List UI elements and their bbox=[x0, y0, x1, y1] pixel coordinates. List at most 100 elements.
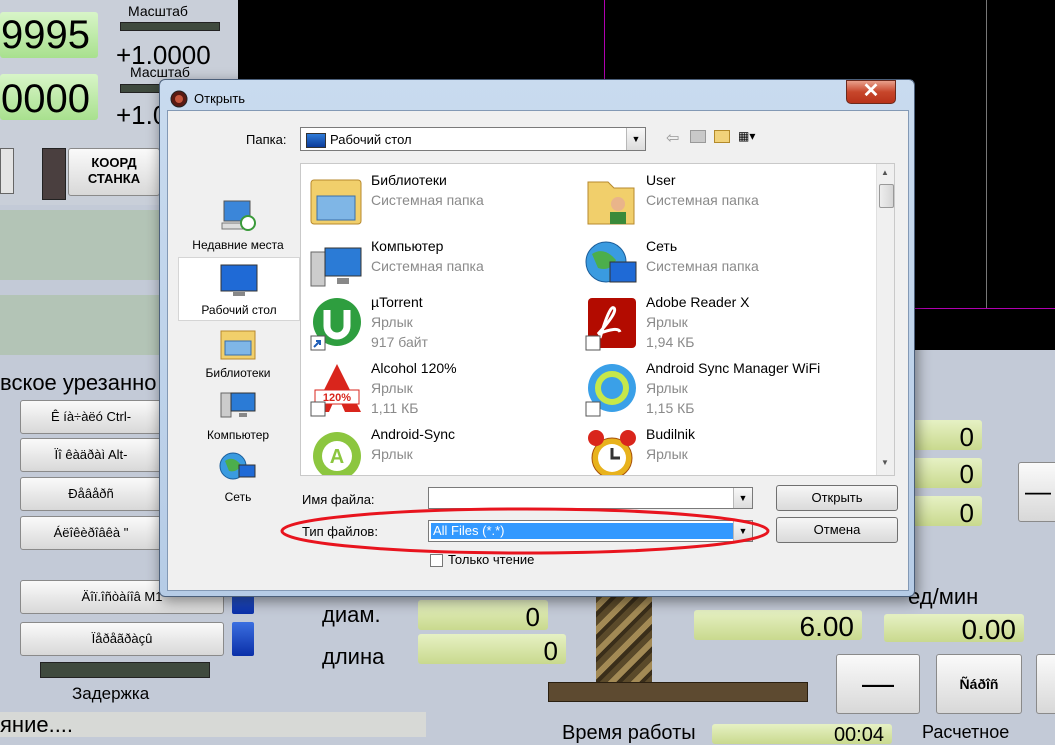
close-button[interactable]: ✕ bbox=[846, 80, 896, 104]
right-edge-button[interactable] bbox=[1036, 654, 1055, 714]
vremya-label: Время работы bbox=[562, 722, 696, 744]
file-name: Android-Sync bbox=[371, 426, 456, 442]
file-list[interactable]: Библиотеки Системная папка Компьютер Сис… bbox=[300, 163, 895, 476]
place-network[interactable]: Сеть bbox=[178, 447, 298, 507]
file-size: 1,11 КБ bbox=[371, 400, 419, 416]
list-item[interactable]: User Системная папка bbox=[576, 170, 846, 230]
dialog-title: Открыть bbox=[194, 91, 246, 106]
computer-icon bbox=[310, 247, 362, 287]
place-desktop[interactable]: Рабочий стол bbox=[178, 257, 300, 321]
right-dro-2: 0 bbox=[912, 458, 982, 488]
desktop-icon bbox=[306, 133, 326, 148]
up-folder-icon[interactable] bbox=[690, 130, 706, 143]
list-item[interactable]: µTorrent Ярлык 917 байт bbox=[301, 292, 571, 352]
list-item[interactable]: Adobe Reader X Ярлык 1,94 КБ bbox=[576, 292, 846, 352]
network-icon bbox=[219, 452, 256, 480]
minus-button[interactable]: — bbox=[836, 654, 920, 714]
list-item[interactable]: Android Sync Manager WiFi Ярлык 1,15 КБ bbox=[576, 358, 846, 418]
zaderzhka-bar bbox=[40, 662, 210, 678]
list-item[interactable]: Budilnik Ярлык bbox=[576, 424, 846, 475]
alarm-clock-icon bbox=[588, 430, 636, 475]
scroll-thumb[interactable] bbox=[879, 184, 894, 208]
highlight-circle bbox=[280, 507, 770, 555]
file-name: Adobe Reader X bbox=[646, 294, 750, 310]
ed-min-label: ед/мин bbox=[908, 584, 979, 609]
toolpath-line-vertical-2 bbox=[986, 0, 987, 308]
view-menu-icon[interactable]: ▦▾ bbox=[738, 129, 755, 143]
network-icon bbox=[585, 241, 637, 283]
list-item[interactable]: A Android-Sync Ярлык bbox=[301, 424, 571, 475]
small-btn-left[interactable] bbox=[0, 148, 14, 194]
raschetnoe-label: Расчетное bbox=[922, 722, 1010, 742]
minus-button-right-edge[interactable]: — bbox=[1018, 462, 1055, 522]
menu-button-4[interactable]: Áëîêèðîâêà " bbox=[20, 516, 162, 550]
utorrent-icon bbox=[310, 298, 361, 351]
menu-button-6[interactable]: Ïåðåãðàçû bbox=[20, 622, 224, 656]
masshtab-bar-1 bbox=[120, 22, 220, 31]
file-type: Системная папка bbox=[371, 192, 484, 208]
profile-text: вское урезанно bbox=[0, 370, 157, 395]
dlina-value: 0 bbox=[418, 634, 566, 664]
place-libraries[interactable]: Библиотеки bbox=[178, 323, 298, 383]
diam-label: диам. bbox=[322, 602, 381, 627]
diam-value: 0 bbox=[418, 600, 548, 630]
scroll-down-icon[interactable]: ▼ bbox=[881, 458, 889, 467]
reset-button[interactable]: Ñáðîñ bbox=[936, 654, 1022, 714]
list-item[interactable]: 120% Alcohol 120% Ярлык 1,11 КБ bbox=[301, 358, 571, 418]
new-folder-icon[interactable] bbox=[714, 130, 730, 143]
zaderzhka-label: Задержка bbox=[72, 684, 150, 703]
scrollbar[interactable]: ▲ ▼ bbox=[876, 164, 894, 475]
place-recent[interactable]: Недавние места bbox=[178, 193, 298, 253]
endmill-image bbox=[596, 595, 652, 695]
menu-button-1[interactable]: Ê íà÷àëó Ctrl- bbox=[20, 400, 162, 434]
menu-button-3[interactable]: Ðåâåðñ bbox=[20, 477, 162, 511]
alcohol-icon: 120% bbox=[310, 364, 361, 417]
left-green-panel-1 bbox=[0, 210, 160, 280]
right-dro-3: 0 bbox=[912, 496, 982, 526]
libraries-folder-icon bbox=[310, 179, 362, 225]
list-item[interactable]: Библиотеки Системная папка bbox=[301, 170, 571, 230]
list-item[interactable]: Сеть Системная папка bbox=[576, 236, 846, 296]
places-bar: Недавние места Рабочий стол Библиотеки К… bbox=[178, 193, 306, 505]
place-computer[interactable]: Компьютер bbox=[178, 385, 298, 445]
file-type: Ярлык bbox=[646, 446, 688, 462]
tool-holder bbox=[548, 682, 808, 702]
toolpath-line-horizontal bbox=[913, 308, 1055, 309]
chevron-down-icon[interactable]: ▼ bbox=[626, 128, 645, 150]
svg-text:120%: 120% bbox=[323, 392, 351, 404]
place-network-label: Сеть bbox=[224, 490, 252, 504]
scroll-up-icon[interactable]: ▲ bbox=[881, 168, 889, 177]
led-2 bbox=[232, 622, 254, 656]
place-desktop-label: Рабочий стол bbox=[201, 303, 277, 317]
folder-value: Рабочий стол bbox=[330, 132, 412, 147]
app-icon bbox=[170, 90, 188, 108]
feed-value: 6.00 bbox=[694, 610, 862, 640]
open-button[interactable]: Открыть bbox=[776, 485, 898, 511]
masshtab-label-2: Масштаб bbox=[130, 64, 190, 80]
left-green-panel-2 bbox=[0, 295, 160, 355]
file-name: µTorrent bbox=[371, 294, 423, 310]
recent-places-icon bbox=[221, 200, 256, 231]
menu-button-2[interactable]: Ïî êàäðàì Alt- bbox=[20, 438, 162, 472]
cancel-button[interactable]: Отмена bbox=[776, 517, 898, 543]
file-type: Системная папка bbox=[646, 258, 759, 274]
computer-icon bbox=[220, 392, 256, 418]
folder-label: Папка: bbox=[246, 132, 287, 147]
open-file-dialog: Открыть ✕ Папка: Рабочий стол ▼ ⇦ ▦▾ Нед… bbox=[159, 79, 915, 597]
android-sync-manager-icon bbox=[585, 364, 636, 417]
desktop-icon bbox=[220, 264, 258, 296]
file-name: User bbox=[646, 172, 676, 188]
file-type: Ярлык bbox=[646, 380, 688, 396]
file-type: Ярлык bbox=[371, 380, 413, 396]
folder-combo[interactable]: Рабочий стол ▼ bbox=[300, 127, 646, 151]
koord-stanka-button[interactable]: КООРД СТАНКА bbox=[68, 148, 160, 196]
toolpath-line-vertical bbox=[604, 0, 605, 80]
back-arrow-icon[interactable]: ⇦ bbox=[666, 128, 679, 148]
file-name: Компьютер bbox=[371, 238, 444, 254]
android-sync-icon: A bbox=[313, 432, 361, 475]
file-name: Budilnik bbox=[646, 426, 696, 442]
file-name: Сеть bbox=[646, 238, 678, 254]
dlina-label: длина bbox=[322, 644, 385, 669]
file-size: 1,15 КБ bbox=[646, 400, 695, 416]
list-item[interactable]: Компьютер Системная папка bbox=[301, 236, 571, 296]
